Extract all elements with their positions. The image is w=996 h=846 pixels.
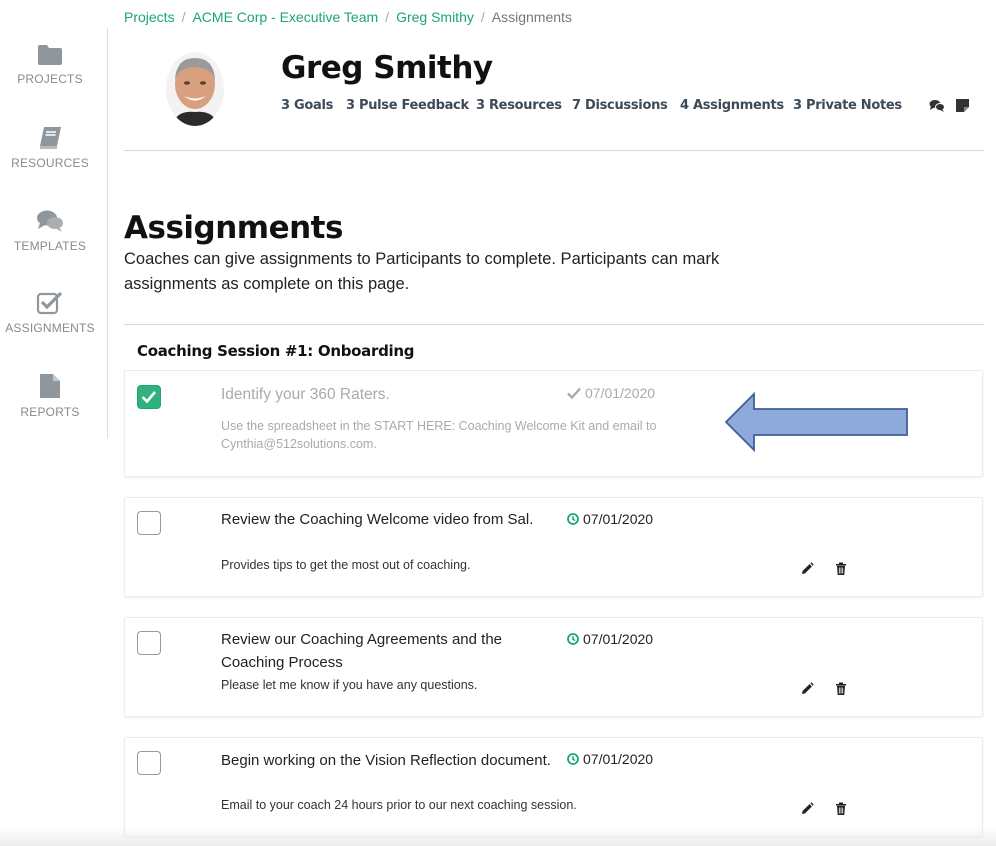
- participant-stats: 3 Goals 3 Pulse Feedback 3 Resources 7 D…: [0, 98, 996, 116]
- sidebar-item-projects[interactable]: PROJECTS: [0, 44, 100, 86]
- assignment-description: Provides tips to get the most out of coa…: [221, 558, 471, 572]
- sidebar-item-templates[interactable]: TEMPLATES: [0, 209, 100, 253]
- breadcrumb-link-project[interactable]: ACME Corp - Executive Team: [192, 9, 378, 25]
- folder-icon: [38, 45, 62, 65]
- breadcrumb-link-projects[interactable]: Projects: [124, 9, 175, 25]
- check-icon: [567, 387, 581, 399]
- assignment-date-text: 07/01/2020: [583, 511, 654, 527]
- chat-bubbles-icon: [37, 210, 63, 232]
- breadcrumb-current: Assignments: [491, 9, 572, 25]
- assignment-title: Identify your 360 Raters.: [221, 386, 390, 403]
- assignment-description: Please let me know if you have any quest…: [221, 678, 478, 692]
- assignment-title: Review our Coaching Agreements and the C…: [221, 631, 503, 671]
- assignment-card: Begin working on the Vision Reflection d…: [124, 737, 983, 837]
- assignment-card: Review our Coaching Agreements and the C…: [124, 617, 983, 717]
- assignment-description: Email to your coach 24 hours prior to ou…: [221, 798, 577, 812]
- breadcrumb-separator: /: [181, 9, 186, 25]
- clock-icon: [567, 633, 579, 645]
- book-icon: [40, 127, 61, 149]
- assignment-description: Use the spreadsheet in the START HERE: C…: [221, 419, 657, 451]
- document-icon: [40, 374, 60, 398]
- comments-icon[interactable]: [929, 99, 945, 113]
- participant-name: Greg Smithy: [281, 50, 493, 86]
- stat-assignments-link[interactable]: 4 Assignments: [680, 98, 784, 113]
- sidebar-item-resources[interactable]: RESOURCES: [0, 126, 100, 170]
- assignment-checkbox[interactable]: [137, 511, 161, 535]
- assignment-checkbox[interactable]: [137, 385, 161, 409]
- section-divider: [124, 324, 984, 325]
- stat-private-notes-link[interactable]: 3 Private Notes: [793, 98, 902, 113]
- assignment-date: 07/01/2020: [567, 511, 653, 527]
- trash-icon[interactable]: [834, 802, 848, 816]
- session-title: Coaching Session #1: Onboarding: [137, 342, 415, 360]
- stat-pulse-feedback-link[interactable]: 3 Pulse Feedback: [346, 98, 469, 113]
- checkmark-icon: [141, 391, 156, 404]
- breadcrumb-link-participant[interactable]: Greg Smithy: [396, 9, 474, 25]
- bottom-fade: [0, 826, 996, 846]
- assignment-title: Review the Coaching Welcome video from S…: [221, 511, 534, 528]
- assignment-date-text: 07/01/2020: [585, 385, 656, 401]
- clock-icon: [567, 513, 579, 525]
- sidebar: PROJECTS RESOURCES TEMPLATES ASSIGNMENTS…: [0, 28, 108, 438]
- sidebar-item-label: RESOURCES: [11, 156, 89, 170]
- trash-icon[interactable]: [834, 682, 848, 696]
- pencil-icon[interactable]: [800, 562, 814, 576]
- breadcrumb-separator: /: [480, 9, 485, 25]
- checkbox-icon: [36, 291, 63, 315]
- stat-discussions-link[interactable]: 7 Discussions: [572, 98, 668, 113]
- assignment-date: 07/01/2020: [567, 631, 653, 647]
- note-icon[interactable]: [956, 99, 969, 112]
- assignment-card: Review the Coaching Welcome video from S…: [124, 497, 983, 597]
- assignment-title: Begin working on the Vision Reflection d…: [221, 752, 551, 769]
- pencil-icon[interactable]: [800, 682, 814, 696]
- sidebar-item-label: PROJECTS: [17, 72, 83, 86]
- assignment-date: 07/01/2020: [567, 385, 655, 401]
- assignment-checkbox[interactable]: [137, 631, 161, 655]
- stat-resources-link[interactable]: 3 Resources: [476, 98, 562, 113]
- section-description: Coaches can give assignments to Particip…: [124, 250, 720, 293]
- annotation-arrow: [724, 392, 908, 453]
- assignment-date-text: 07/01/2020: [583, 631, 654, 647]
- assignment-checkbox[interactable]: [137, 751, 161, 775]
- page-title: Assignments: [124, 210, 343, 246]
- sidebar-item-reports[interactable]: REPORTS: [0, 373, 100, 419]
- pencil-icon[interactable]: [800, 802, 814, 816]
- sidebar-item-label: TEMPLATES: [13, 239, 87, 253]
- breadcrumb: Projects / ACME Corp - Executive Team / Greg…: [124, 9, 572, 25]
- trash-icon[interactable]: [834, 562, 848, 576]
- stat-goals-link[interactable]: 3 Goals: [281, 98, 333, 113]
- breadcrumb-separator: /: [385, 9, 390, 25]
- sidebar-item-assignments[interactable]: ASSIGNMENTS: [0, 291, 100, 335]
- sidebar-item-label: ASSIGNMENTS: [5, 321, 95, 335]
- header-divider: [124, 150, 984, 151]
- assignment-date: 07/01/2020: [567, 751, 653, 767]
- sidebar-item-label: REPORTS: [20, 405, 80, 419]
- assignment-date-text: 07/01/2020: [583, 751, 654, 767]
- clock-icon: [567, 753, 579, 765]
